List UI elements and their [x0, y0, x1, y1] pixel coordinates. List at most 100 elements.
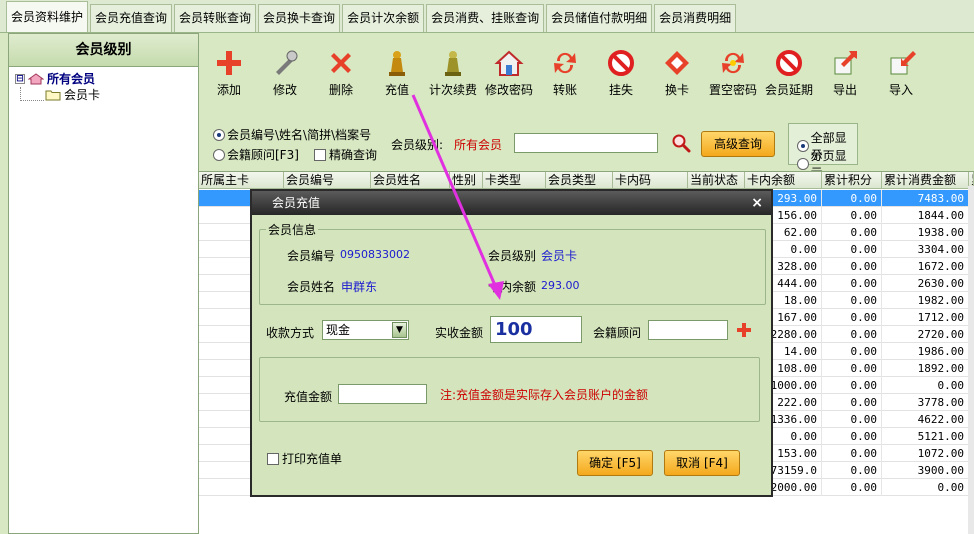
panel-title: 会员级别	[9, 34, 198, 67]
search-input[interactable]	[514, 133, 658, 153]
add-advisor-icon[interactable]	[736, 322, 752, 338]
confirm-button[interactable]: 确定 [F5]	[577, 450, 653, 476]
count-renew-icon	[445, 51, 461, 76]
member-no-value: 0950833002	[340, 248, 410, 261]
toolbar-label: 计次续费	[428, 83, 477, 97]
tab-2[interactable]: 会员转账查询	[174, 4, 257, 32]
toolbar-label: 挂失	[608, 83, 633, 97]
table-cell: 0.00	[822, 258, 882, 275]
tab-6[interactable]: 会员储值付款明细	[546, 4, 653, 32]
table-cell: 0.00	[882, 479, 969, 496]
card-balance-value: 293.00	[541, 279, 580, 292]
tree-connector	[20, 87, 44, 101]
column-header[interactable]: 当前状态	[688, 172, 745, 189]
member-level-value[interactable]: 所有会员	[454, 136, 502, 153]
column-header[interactable]: 会员类型	[546, 172, 613, 189]
tree-node-all-members[interactable]: ⊟ 所有会员	[15, 71, 192, 87]
export-icon	[834, 51, 857, 75]
radio-dot[interactable]	[797, 158, 809, 170]
table-cell: 0.00	[822, 428, 882, 445]
tab-7[interactable]: 会员消费明细	[654, 4, 737, 32]
table-cell: 0.00	[822, 326, 882, 343]
report-loss-icon	[608, 50, 634, 76]
change-card-button[interactable]: 换卡	[649, 38, 705, 104]
payment-method-select[interactable]: 现金 ▼	[322, 320, 409, 340]
column-header[interactable]: 卡内码	[613, 172, 688, 189]
tab-5[interactable]: 会员消费、挂账查询	[426, 4, 545, 32]
tab-0[interactable]: 会员资料维护	[6, 1, 89, 32]
close-icon[interactable]: ×	[751, 191, 763, 215]
member-name-value: 申群东	[341, 280, 378, 294]
table-cell: 0.00	[882, 377, 969, 394]
toolbar-label: 置空密码	[708, 83, 757, 97]
extend-icon	[776, 50, 802, 76]
toolbar-label: 充值	[384, 83, 409, 97]
checkbox-box[interactable]	[267, 452, 279, 465]
tab-3[interactable]: 会员换卡查询	[258, 4, 341, 32]
toolbar-label: 换卡	[664, 83, 689, 97]
table-cell: 0.00	[822, 360, 882, 377]
column-header[interactable]: 会员编号	[284, 172, 371, 189]
tab-1[interactable]: 会员充值查询	[90, 4, 173, 32]
radio-dot[interactable]	[213, 128, 225, 141]
radio-member-no-label: 会员编号\姓名\简拼\档案号	[227, 128, 372, 142]
report-loss-button[interactable]: 挂失	[593, 38, 649, 104]
advisor-label: 会籍顾问	[593, 326, 642, 340]
table-cell: 0.00	[822, 479, 882, 496]
toolbar-label: 导出	[832, 83, 857, 97]
column-header[interactable]: 累计积分	[822, 172, 882, 189]
password-button[interactable]: 修改密码	[481, 38, 537, 104]
advisor-input[interactable]	[648, 320, 728, 340]
print-receipt-checkbox[interactable]: 打印充值单	[267, 450, 342, 467]
column-header[interactable]: 性别	[450, 172, 483, 189]
radio-member-no[interactable]: 会员编号\姓名\简拼\档案号	[213, 126, 371, 143]
card-balance-label: 卡内余额	[488, 280, 537, 294]
received-amount-label: 实收金额	[435, 326, 484, 340]
import-button[interactable]: 导入	[873, 38, 929, 104]
payment-method-value: 现金	[326, 323, 351, 337]
advanced-search-button[interactable]: 高级查询	[701, 131, 775, 157]
table-cell: 0.00	[822, 394, 882, 411]
table-cell: 1986.00	[882, 343, 969, 360]
add-button[interactable]: 添加	[201, 38, 257, 104]
chevron-down-icon[interactable]: ▼	[392, 322, 407, 338]
toolbar-label: 删除	[328, 83, 353, 97]
recharge-amount-input[interactable]	[338, 384, 427, 404]
transfer-button[interactable]: 转账	[537, 38, 593, 104]
recharge-button[interactable]: 充值	[369, 38, 425, 104]
column-header[interactable]: 卡内余额	[745, 172, 822, 189]
recharge-dialog: 会员充值 × 会员信息 会员编号 0950833002 会员级别 会员卡 会员姓…	[250, 189, 773, 497]
tree-expander-icon[interactable]: ⊟	[15, 74, 25, 84]
add-icon	[217, 51, 241, 75]
column-header[interactable]: 卡类型	[483, 172, 546, 189]
exact-search-checkbox[interactable]: 精确查询	[314, 146, 377, 163]
member-no-label: 会员编号	[287, 249, 336, 263]
member-level-label: 会员级别	[488, 249, 537, 263]
display-mode-group: 全部显示 分页显示	[788, 123, 858, 180]
payment-method-label: 收款方式	[266, 326, 315, 340]
column-header[interactable]: 累计消费金额	[882, 172, 969, 189]
radio-advisor[interactable]: 会籍顾问[F3]	[213, 146, 299, 163]
vertical-scrollbar[interactable]	[968, 186, 974, 534]
extend-button[interactable]: 会员延期	[761, 38, 817, 104]
tab-bar: 会员资料维护 会员充值查询 会员转账查询 会员换卡查询 会员计次余额 会员消费、挂账查询会…	[0, 0, 974, 33]
radio-dot[interactable]	[213, 148, 225, 161]
checkbox-box[interactable]	[314, 148, 326, 161]
table-cell: 1892.00	[882, 360, 969, 377]
delete-button[interactable]: 删除	[313, 38, 369, 104]
count-renew-button[interactable]: 计次续费	[425, 38, 481, 104]
member-level-label: 会员级别:	[391, 138, 444, 152]
column-header[interactable]: 会员姓名	[371, 172, 450, 189]
table-cell: 1938.00	[882, 224, 969, 241]
table-cell: 1982.00	[882, 292, 969, 309]
tab-4[interactable]: 会员计次余额	[342, 4, 425, 32]
clear-password-button[interactable]: 置空密码	[705, 38, 761, 104]
radio-advisor-label: 会籍顾问[F3]	[227, 148, 299, 162]
edit-button[interactable]: 修改	[257, 38, 313, 104]
received-amount-input[interactable]: 100	[490, 316, 582, 343]
column-header[interactable]: 所属主卡	[199, 172, 284, 189]
search-icon[interactable]	[671, 133, 691, 153]
export-button[interactable]: 导出	[817, 38, 873, 104]
table-cell: 0.00	[822, 292, 882, 309]
cancel-button[interactable]: 取消 [F4]	[664, 450, 740, 476]
